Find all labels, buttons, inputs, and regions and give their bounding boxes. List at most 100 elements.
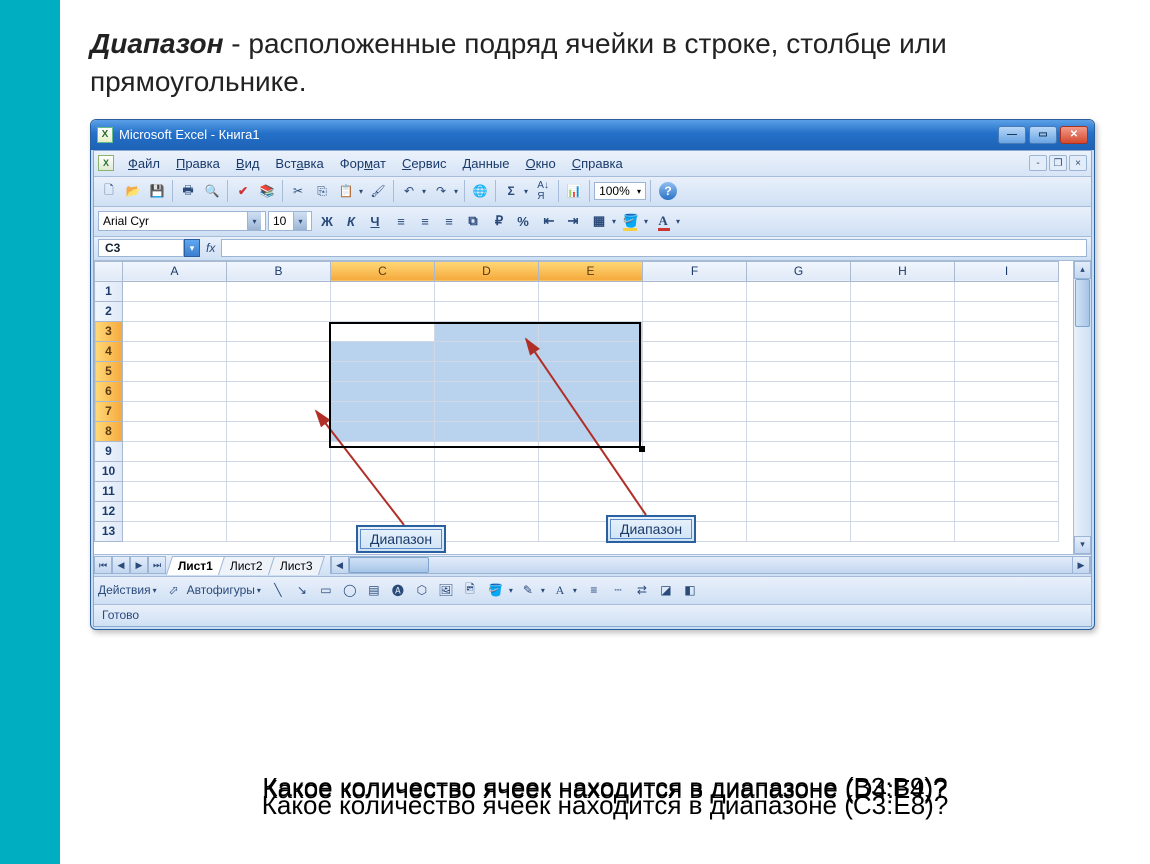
underline-button[interactable]: Ч (364, 210, 386, 232)
menu-window[interactable]: Окно (517, 153, 563, 174)
cell-B10[interactable] (227, 461, 331, 481)
fx-icon[interactable]: fx (206, 241, 215, 255)
cell-G2[interactable] (747, 301, 851, 321)
cell-G7[interactable] (747, 401, 851, 421)
cell-D9[interactable] (435, 441, 539, 461)
cell-D7[interactable] (435, 401, 539, 421)
row-header-2[interactable]: 2 (95, 301, 123, 321)
cell-D11[interactable] (435, 481, 539, 501)
actions-menu[interactable]: Действия (98, 583, 151, 597)
cell-A12[interactable] (123, 501, 227, 521)
cell-F6[interactable] (643, 381, 747, 401)
save-button[interactable]: 💾 (146, 180, 168, 202)
cell-G9[interactable] (747, 441, 851, 461)
cell-F5[interactable] (643, 361, 747, 381)
shadow-button[interactable]: ◪ (655, 579, 677, 601)
help-button[interactable]: ? (659, 182, 677, 200)
cell-D13[interactable] (435, 521, 539, 541)
cell-G8[interactable] (747, 421, 851, 441)
cell-A4[interactable] (123, 341, 227, 361)
tab-next-button[interactable]: ▶ (130, 556, 148, 574)
cell-H5[interactable] (851, 361, 955, 381)
vscroll-thumb[interactable] (1075, 279, 1090, 327)
hyperlink-button[interactable]: 🌐 (469, 180, 491, 202)
cell-H2[interactable] (851, 301, 955, 321)
cell-F11[interactable] (643, 481, 747, 501)
maximize-button[interactable]: ▭ (1029, 126, 1057, 144)
cell-H4[interactable] (851, 341, 955, 361)
minimize-button[interactable]: — (998, 126, 1026, 144)
close-button[interactable]: ✕ (1060, 126, 1088, 144)
row-header-8[interactable]: 8 (95, 421, 123, 441)
tab-first-button[interactable]: ⏮ (94, 556, 112, 574)
line-style-button[interactable]: ≡ (583, 579, 605, 601)
cell-B11[interactable] (227, 481, 331, 501)
cell-E2[interactable] (539, 301, 643, 321)
cell-H9[interactable] (851, 441, 955, 461)
cell-A13[interactable] (123, 521, 227, 541)
font-color-dropdown[interactable]: ▾ (674, 217, 682, 226)
font-color-draw-button[interactable]: A (549, 579, 571, 601)
textbox-button[interactable]: ▤ (363, 579, 385, 601)
menu-view[interactable]: Вид (228, 153, 268, 174)
row-header-7[interactable]: 7 (95, 401, 123, 421)
col-header-b[interactable]: B (227, 261, 331, 281)
cell-E3[interactable] (539, 321, 643, 341)
autosum-dropdown[interactable]: ▾ (522, 187, 530, 196)
cell-C8[interactable] (331, 421, 435, 441)
print-preview-button[interactable]: 🔍 (201, 180, 223, 202)
cell-I2[interactable] (955, 301, 1059, 321)
cell-B7[interactable] (227, 401, 331, 421)
cell-E7[interactable] (539, 401, 643, 421)
cell-G11[interactable] (747, 481, 851, 501)
cell-I9[interactable] (955, 441, 1059, 461)
cell-C10[interactable] (331, 461, 435, 481)
merge-center-button[interactable]: ⧉ (462, 210, 484, 232)
col-header-d[interactable]: D (435, 261, 539, 281)
cell-A10[interactable] (123, 461, 227, 481)
cell-C11[interactable] (331, 481, 435, 501)
cell-C2[interactable] (331, 301, 435, 321)
print-button[interactable]: 🖶 (177, 180, 199, 202)
wordart-button[interactable]: 🅐 (387, 579, 409, 601)
col-header-f[interactable]: F (643, 261, 747, 281)
cell-D6[interactable] (435, 381, 539, 401)
row-header-1[interactable]: 1 (95, 281, 123, 301)
row-header-13[interactable]: 13 (95, 521, 123, 541)
paste-dropdown[interactable]: ▾ (357, 187, 365, 196)
cell-I4[interactable] (955, 341, 1059, 361)
fill-color-dropdown[interactable]: ▾ (642, 217, 650, 226)
cell-F1[interactable] (643, 281, 747, 301)
cell-H10[interactable] (851, 461, 955, 481)
cell-G5[interactable] (747, 361, 851, 381)
arrow-button[interactable]: ↘ (291, 579, 313, 601)
col-header-a[interactable]: A (123, 261, 227, 281)
col-header-c[interactable]: C (331, 261, 435, 281)
chart-wizard-button[interactable]: 📊 (563, 180, 585, 202)
borders-button[interactable]: ▦ (588, 210, 610, 232)
percent-button[interactable]: % (512, 210, 534, 232)
cell-H8[interactable] (851, 421, 955, 441)
title-bar[interactable]: X Microsoft Excel - Книга1 — ▭ ✕ (91, 120, 1094, 150)
fill-color-button[interactable]: 🪣 (620, 210, 642, 232)
cell-F7[interactable] (643, 401, 747, 421)
zoom-combo[interactable]: 100%▾ (594, 182, 646, 200)
cell-B3[interactable] (227, 321, 331, 341)
copy-button[interactable]: ⎘ (311, 180, 333, 202)
cell-B6[interactable] (227, 381, 331, 401)
format-painter-button[interactable]: 🖌 (367, 180, 389, 202)
menu-insert[interactable]: Вставка (267, 153, 331, 174)
autoshapes-menu[interactable]: Автофигуры (187, 583, 255, 597)
3d-button[interactable]: ◧ (679, 579, 701, 601)
col-header-i[interactable]: I (955, 261, 1059, 281)
dash-style-button[interactable]: ┄ (607, 579, 629, 601)
cell-I7[interactable] (955, 401, 1059, 421)
autosum-button[interactable]: Σ (500, 180, 522, 202)
cut-button[interactable]: ✂ (287, 180, 309, 202)
bold-button[interactable]: Ж (316, 210, 338, 232)
formula-bar[interactable] (221, 239, 1087, 257)
menu-edit[interactable]: Правка (168, 153, 228, 174)
vertical-scrollbar[interactable]: ▴ ▾ (1073, 261, 1091, 554)
menu-help[interactable]: Справка (564, 153, 631, 174)
line-button[interactable]: ╲ (267, 579, 289, 601)
